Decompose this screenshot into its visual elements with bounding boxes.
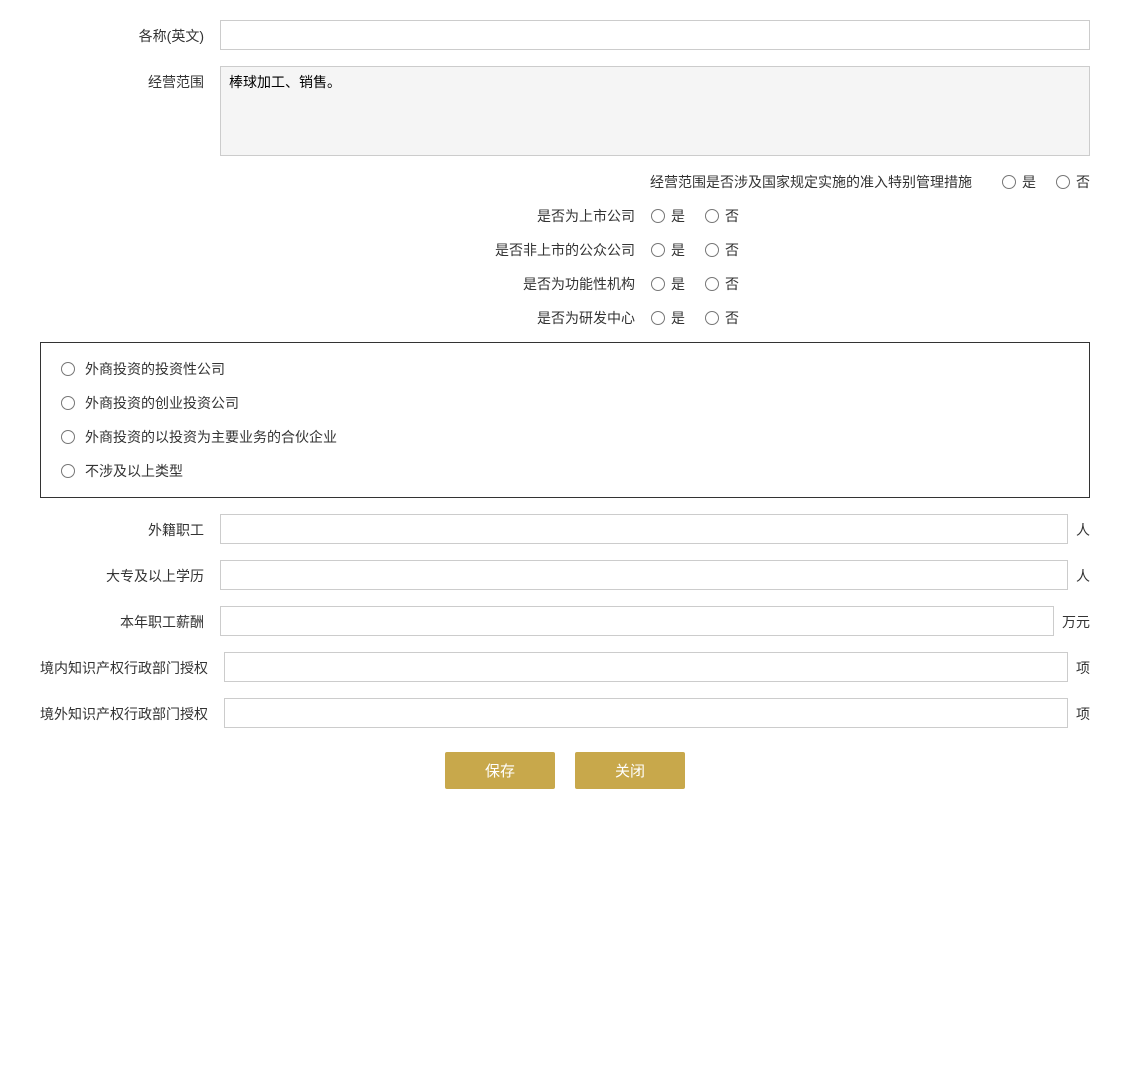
listed-no-label: 否 [725,206,739,226]
annual-salary-unit: 万元 [1054,606,1090,632]
listed-yes-option[interactable]: 是 [651,206,685,226]
functional-no-radio[interactable] [705,277,719,291]
non-listed-radio-group: 是 否 [651,240,739,260]
special-mgmt-no-option[interactable]: 否 [1056,172,1090,192]
domestic-ip-unit: 项 [1068,652,1090,678]
foreign-investment-option-3[interactable]: 外商投资的以投资为主要业务的合伙企业 [61,427,1069,447]
special-mgmt-no-label: 否 [1076,172,1090,192]
english-name-label: 各称(英文) [40,20,220,46]
functional-no-option[interactable]: 否 [705,274,739,294]
save-button[interactable]: 保存 [445,752,555,789]
domestic-ip-label: 境内知识产权行政部门授权 [40,652,224,678]
rd-center-label: 是否为研发中心 [391,308,651,328]
listed-company-row: 是否为上市公司 是 否 [40,206,1090,226]
college-edu-input[interactable] [220,560,1068,590]
rd-no-radio[interactable] [705,311,719,325]
functional-yes-radio[interactable] [651,277,665,291]
listed-yes-radio[interactable] [651,209,665,223]
foreign-investment-option-4[interactable]: 不涉及以上类型 [61,461,1069,481]
special-mgmt-label: 经营范围是否涉及国家规定实施的准入特别管理措施 [40,172,1002,192]
rd-yes-radio[interactable] [651,311,665,325]
foreign-ip-row: 境外知识产权行政部门授权 项 [40,698,1090,728]
non-listed-no-label: 否 [725,240,739,260]
foreign-staff-input[interactable] [220,514,1068,544]
functional-yes-label: 是 [671,274,685,294]
rd-yes-label: 是 [671,308,685,328]
foreign-investment-radio-1[interactable] [61,362,75,376]
functional-org-radio-group: 是 否 [651,274,739,294]
listed-yes-label: 是 [671,206,685,226]
functional-yes-option[interactable]: 是 [651,274,685,294]
college-edu-unit: 人 [1068,560,1090,586]
foreign-ip-input[interactable] [224,698,1068,728]
rd-no-label: 否 [725,308,739,328]
foreign-staff-unit: 人 [1068,514,1090,540]
form-container: 各称(英文) 经营范围 棒球加工、销售。 经营范围是否涉及国家规定实施的准入特别… [40,20,1090,789]
business-scope-row: 经营范围 棒球加工、销售。 [40,66,1090,156]
close-button[interactable]: 关闭 [575,752,685,789]
listed-no-radio[interactable] [705,209,719,223]
business-scope-label: 经营范围 [40,66,220,92]
foreign-investment-label-2: 外商投资的创业投资公司 [85,393,239,413]
foreign-investment-label-1: 外商投资的投资性公司 [85,359,225,379]
english-name-row: 各称(英文) [40,20,1090,50]
english-name-input[interactable] [220,20,1090,50]
non-listed-row: 是否非上市的公众公司 是 否 [40,240,1090,260]
foreign-staff-row: 外籍职工 人 [40,514,1090,544]
special-mgmt-no-radio[interactable] [1056,175,1070,189]
rd-no-option[interactable]: 否 [705,308,739,328]
rd-yes-option[interactable]: 是 [651,308,685,328]
college-edu-label: 大专及以上学历 [40,560,220,586]
domestic-ip-row: 境内知识产权行政部门授权 项 [40,652,1090,682]
rd-center-row: 是否为研发中心 是 否 [40,308,1090,328]
listed-company-radio-group: 是 否 [651,206,739,226]
domestic-ip-input[interactable] [224,652,1068,682]
special-mgmt-yes-radio[interactable] [1002,175,1016,189]
non-listed-no-radio[interactable] [705,243,719,257]
foreign-ip-label: 境外知识产权行政部门授权 [40,698,224,724]
business-scope-textarea[interactable]: 棒球加工、销售。 [220,66,1090,156]
foreign-investment-option-2[interactable]: 外商投资的创业投资公司 [61,393,1069,413]
listed-company-label: 是否为上市公司 [391,206,651,226]
functional-org-row: 是否为功能性机构 是 否 [40,274,1090,294]
non-listed-yes-label: 是 [671,240,685,260]
foreign-investment-option-1[interactable]: 外商投资的投资性公司 [61,359,1069,379]
special-mgmt-yes-option[interactable]: 是 [1002,172,1036,192]
listed-no-option[interactable]: 否 [705,206,739,226]
functional-org-label: 是否为功能性机构 [391,274,651,294]
non-listed-yes-radio[interactable] [651,243,665,257]
non-listed-yes-option[interactable]: 是 [651,240,685,260]
college-edu-row: 大专及以上学历 人 [40,560,1090,590]
functional-no-label: 否 [725,274,739,294]
annual-salary-label: 本年职工薪酬 [40,606,220,632]
foreign-investment-label-4: 不涉及以上类型 [85,461,183,481]
foreign-staff-label: 外籍职工 [40,514,220,540]
button-row: 保存 关闭 [40,752,1090,789]
foreign-investment-radio-3[interactable] [61,430,75,444]
foreign-investment-radio-4[interactable] [61,464,75,478]
annual-salary-input[interactable] [220,606,1054,636]
foreign-investment-radio-2[interactable] [61,396,75,410]
special-mgmt-row: 经营范围是否涉及国家规定实施的准入特别管理措施 是 否 [40,172,1090,192]
non-listed-no-option[interactable]: 否 [705,240,739,260]
rd-center-radio-group: 是 否 [651,308,739,328]
special-mgmt-yes-label: 是 [1022,172,1036,192]
special-mgmt-radio-group: 是 否 [1002,172,1090,192]
foreign-ip-unit: 项 [1068,698,1090,724]
non-listed-label: 是否非上市的公众公司 [391,240,651,260]
foreign-investment-box: 外商投资的投资性公司 外商投资的创业投资公司 外商投资的以投资为主要业务的合伙企… [40,342,1090,498]
foreign-investment-label-3: 外商投资的以投资为主要业务的合伙企业 [85,427,337,447]
annual-salary-row: 本年职工薪酬 万元 [40,606,1090,636]
